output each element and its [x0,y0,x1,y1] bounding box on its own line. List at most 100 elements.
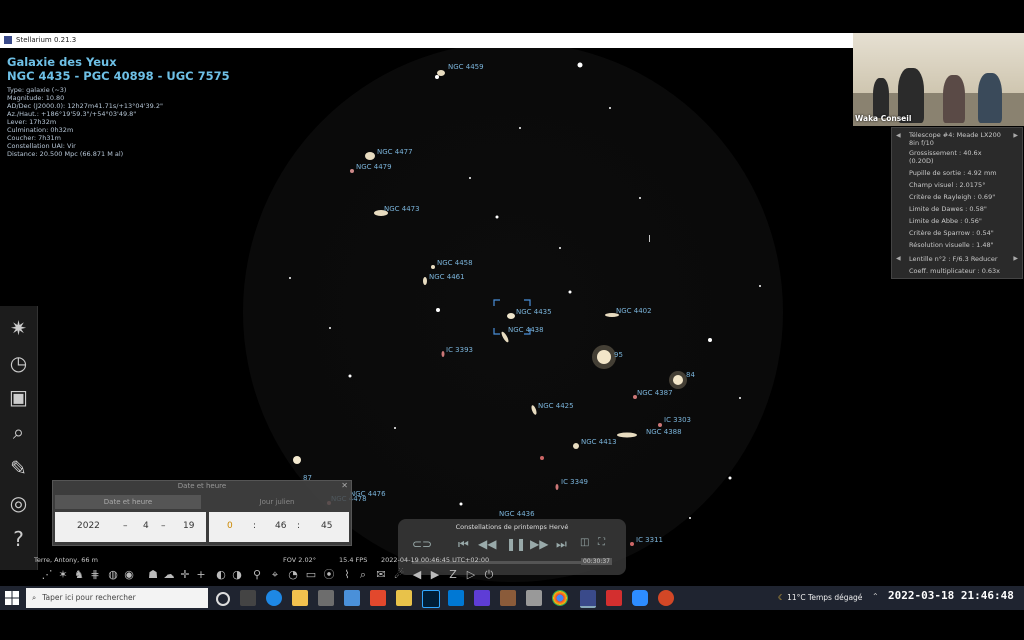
sky-label[interactable]: NGC 4425 [538,402,574,410]
rewind-icon[interactable]: ◀◀ [478,537,496,551]
task-view-icon[interactable] [240,590,256,606]
time-play-icon[interactable]: ▶ [428,568,442,582]
time-forward-icon[interactable]: ▷ [464,568,478,582]
photoshop-icon[interactable] [422,590,440,608]
zoom-icon[interactable] [632,590,648,606]
loop-icon[interactable]: ◫ [580,537,589,548]
next-lens-icon[interactable]: ▶ [1013,255,1018,262]
tab-date-time[interactable]: Date et heure [55,495,201,509]
quit-icon[interactable]: ⏻ [482,568,496,582]
year-value[interactable]: 2022 [77,521,100,531]
sky-label[interactable]: NGC 4479 [356,163,392,171]
office-icon[interactable] [370,590,386,606]
nebulae-icon[interactable]: ◐ [214,568,228,582]
volume-icon[interactable]: ⊂⊃ [412,537,432,551]
forward-icon[interactable]: ▶▶ [530,537,548,551]
center-object-icon[interactable]: ⌖ [268,568,282,582]
skip-back-icon[interactable]: ⏮ [458,537,469,552]
sky-label[interactable]: 95 [614,351,623,359]
tray-chevron-icon[interactable]: ⌃ [872,592,879,601]
configuration-wrench-icon[interactable]: ✎ [6,456,31,481]
windows-start-icon[interactable] [4,590,20,606]
date-field[interactable]: 2022 – 4 – 19 [55,512,206,542]
powerpoint-icon[interactable] [658,590,674,606]
fullscreen-toggle-icon[interactable]: ▭ [304,568,318,582]
store-icon[interactable] [318,590,334,606]
mount-mode-icon[interactable]: ⚲ [250,568,264,582]
time-now-icon[interactable]: Z [446,568,460,582]
app-icon-7[interactable] [396,590,412,606]
deep-sky-icon[interactable]: + [194,568,208,582]
outlook-icon[interactable] [448,590,464,606]
search-objects-icon[interactable]: ⌕ [356,568,370,582]
minute-value[interactable]: 46 [275,521,286,531]
tab-julian-day[interactable]: Jour julien [205,495,349,509]
date-time-window-icon[interactable]: ◷ [6,351,31,376]
second-value[interactable]: 45 [321,521,332,531]
skip-forward-icon[interactable]: ⏭ [556,537,567,552]
sky-label[interactable]: NGC 4458 [437,259,473,267]
sky-viewing-options-icon[interactable]: ▣ [6,385,31,410]
planets-labels-icon[interactable]: ◑ [230,568,244,582]
sky-label[interactable]: NGC 4459 [448,63,484,71]
next-telescope-icon[interactable]: ▶ [1013,132,1018,139]
sky-label[interactable]: NGC 4436 [499,510,535,518]
landscape-icon[interactable]: ☗ [146,568,160,582]
mail-icon[interactable] [344,590,360,606]
location-window-icon[interactable]: ✷ [6,316,31,341]
meteor-icon[interactable]: ☄ [392,568,406,582]
time-rewind-icon[interactable]: ◀ [410,568,424,582]
atmosphere-icon[interactable]: ☁ [162,568,176,582]
close-icon[interactable]: ✕ [341,481,348,490]
day-value[interactable]: 19 [183,521,194,531]
sky-label[interactable]: IC 3303 [664,416,691,424]
sky-label[interactable]: NGC 4388 [646,428,682,436]
time-field[interactable]: 0 : 46 : 45 [209,512,349,542]
sky-label[interactable]: NGC 4477 [377,148,413,156]
equatorial-grid-icon[interactable]: ⋕ [88,568,102,582]
constellation-art-icon[interactable]: ♞ [72,568,86,582]
azimuthal-grid-icon[interactable]: ◍ [106,568,120,582]
sky-label[interactable]: NGC 4413 [581,438,617,446]
constellation-lines-icon[interactable]: ⋰ [40,568,54,582]
file-explorer-icon[interactable] [292,590,308,606]
pause-icon[interactable]: ❚❚ [506,537,526,551]
app-icon-10[interactable] [474,590,490,606]
sky-label[interactable]: NGC 4473 [384,205,420,213]
astronomical-calculations-icon[interactable]: ◎ [6,491,31,516]
constellation-labels-icon[interactable]: ✶ [56,568,70,582]
taskbar-search-input[interactable]: ⌕ Taper ici pour rechercher [26,588,208,608]
sky-label[interactable]: NGC 4461 [429,273,465,281]
sky-label[interactable]: NGC 4402 [616,307,652,315]
edge-icon[interactable] [266,590,282,606]
prev-telescope-icon[interactable]: ◀ [896,132,901,139]
sky-label[interactable]: 84 [686,371,695,379]
sky-label[interactable]: NGC 4438 [508,326,544,334]
chrome-icon[interactable] [552,590,568,606]
sky-label[interactable]: IC 3311 [636,536,663,544]
ocular-icon[interactable]: ⦿ [322,568,336,582]
ground-icon[interactable]: ◉ [122,568,136,582]
sky-label[interactable]: IC 3393 [446,346,473,354]
fullscreen-icon[interactable]: ⛶ [598,537,605,548]
telescope-control-icon[interactable]: ⌇ [340,568,354,582]
sky-label[interactable]: NGC 4387 [637,389,673,397]
app-icon-b[interactable] [606,590,622,606]
hour-value[interactable]: 0 [227,521,233,531]
app-icon-11[interactable] [500,590,516,606]
weather-widget[interactable]: ☾ 11°C Temps dégagé [778,586,868,610]
sky-label[interactable]: IC 3349 [561,478,588,486]
search-icon[interactable]: ⌕ [6,420,31,445]
app-icon-12[interactable] [526,590,542,606]
cortana-icon[interactable] [216,592,230,606]
satellites-icon[interactable]: ✉ [374,568,388,582]
month-value[interactable]: 4 [143,521,149,531]
prev-lens-icon[interactable]: ◀ [896,255,901,262]
video-conference-thumbnail[interactable]: Waka Conseil [853,33,1024,126]
night-mode-icon[interactable]: ◔ [286,568,300,582]
cardinal-points-icon[interactable]: ✛ [178,568,192,582]
stellarium-taskbar-icon[interactable] [580,590,596,608]
help-icon[interactable]: ? [6,527,31,552]
window-titlebar[interactable]: Stellarium 0.21.3 [0,33,853,48]
sky-label[interactable]: NGC 4435 [516,308,552,316]
